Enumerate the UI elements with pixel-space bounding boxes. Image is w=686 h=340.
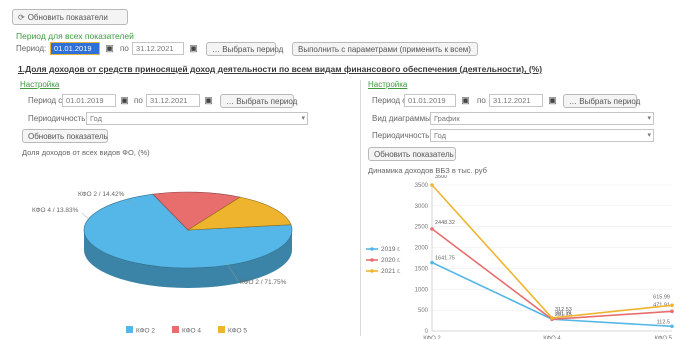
left-date-to-input[interactable]: 31.12.2021 [146, 94, 200, 107]
left-periodicity-select[interactable]: Год ▾ [86, 112, 308, 125]
legend-label: КФО 5 [228, 328, 247, 335]
calendar-icon[interactable]: ▣ [104, 42, 115, 55]
line-chart-caption: Динамика доходов ВБЗ в тыс. руб [368, 166, 487, 175]
pie-slice-label: КФО 2 / 71.75% [240, 279, 287, 286]
y-tick-label: 500 [418, 308, 429, 314]
dots-icon: … [226, 97, 234, 106]
calendar-icon[interactable]: ▣ [547, 94, 558, 107]
data-point [550, 316, 554, 320]
right-periodicity-label: Периодичность: [372, 131, 432, 140]
left-periodicity-label: Периодичность: [28, 114, 88, 123]
calendar-icon[interactable]: ▣ [203, 94, 214, 107]
y-tick-label: 1500 [415, 266, 429, 272]
series-line-2 [431, 228, 673, 321]
right-periodicity-select[interactable]: Год ▾ [430, 129, 654, 142]
legend-swatch [172, 326, 179, 333]
data-point [670, 309, 674, 314]
legend-marker [370, 247, 374, 251]
data-point [430, 260, 434, 265]
chart-type-select[interactable]: График ▾ [430, 112, 654, 125]
global-date-to-input[interactable]: 31.12.2021 [132, 42, 184, 55]
dots-icon: … [569, 97, 577, 106]
calendar-icon[interactable]: ▣ [460, 94, 471, 107]
data-label: 2448.32 [435, 220, 455, 226]
data-point [430, 227, 434, 231]
right-date-from-input[interactable]: 01.01.2019 [404, 94, 456, 107]
legend-label: 2020 г. [381, 257, 401, 264]
legend-marker [370, 258, 374, 262]
data-point [430, 183, 434, 187]
global-choose-period-button[interactable]: … Выбрать период [206, 42, 283, 56]
legend-label: КФО 4 [182, 328, 201, 335]
panel-divider [360, 80, 361, 336]
y-tick-label: 3500 [415, 183, 429, 189]
y-tick-label: 0 [425, 329, 429, 335]
legend-label: 2019 г. [381, 246, 401, 253]
right-period-from-label: Период с [372, 96, 407, 105]
refresh-icon: ⟳ [18, 13, 25, 22]
legend-label: КФО 2 [136, 328, 155, 335]
right-to-label: по [477, 96, 486, 105]
data-point [670, 324, 674, 329]
x-tick-label: КФО 2 [423, 336, 441, 339]
global-period-label: Период: [16, 44, 47, 53]
data-point [670, 303, 674, 308]
global-to-label: по [120, 44, 129, 53]
left-choose-period-button[interactable]: … Выбрать период [220, 94, 297, 108]
y-tick-label: 1000 [415, 287, 429, 293]
section-title: 1.Доля доходов от средств приносящей дох… [18, 64, 543, 74]
apply-params-button[interactable]: Выполнить с параметрами (применить к все… [292, 42, 478, 56]
left-settings-link[interactable]: Настройка [20, 80, 59, 89]
calendar-icon[interactable]: ▣ [188, 42, 199, 55]
global-date-from-input[interactable]: 01.01.2019 [50, 42, 100, 55]
left-period-from-label: Период с [28, 96, 63, 105]
y-tick-label: 2000 [415, 246, 429, 252]
dots-icon: … [212, 45, 220, 54]
data-label: 615.99 [653, 294, 670, 300]
data-label: 112.5 [657, 319, 670, 325]
line-chart: 0 500 1000 1500 2000 2500 3000 3500 КФО 2 КФО 4 КФ… [366, 175, 674, 339]
x-tick-label: КФО 4 [543, 336, 561, 339]
right-refresh-button[interactable]: Обновить показатель [368, 147, 456, 161]
global-period-title: Период для всех показателей [16, 31, 134, 41]
legend-swatch [218, 326, 225, 333]
legend-label: 2021 г. [381, 268, 401, 275]
pie-chart: КФО 2 / 71.75% КФО 4 / 13.83% КФО 2 / 14.4… [32, 191, 293, 335]
data-label: 312.53 [555, 307, 572, 313]
pie-leader-line [81, 212, 91, 221]
right-choose-period-button[interactable]: … Выбрать период [563, 94, 640, 108]
pie-chart-caption: Доля доходов от всех видов ФО, (%) [22, 148, 150, 157]
legend-marker [370, 269, 374, 273]
chevron-down-icon: ▾ [301, 115, 305, 122]
refresh-all-button[interactable]: ⟳ Обновить показатели [12, 9, 128, 25]
y-tick-label: 3000 [415, 204, 429, 210]
pie-slice-label: КФО 4 / 13.83% [32, 207, 79, 214]
left-date-from-input[interactable]: 01.01.2019 [62, 94, 116, 107]
right-settings-link[interactable]: Настройка [368, 80, 407, 89]
chevron-down-icon: ▾ [647, 132, 651, 139]
calendar-icon[interactable]: ▣ [119, 94, 130, 107]
left-to-label: по [134, 96, 143, 105]
x-tick-label: КФО 5 [654, 336, 672, 339]
series-line-3 [431, 184, 673, 319]
chevron-down-icon: ▾ [647, 115, 651, 122]
data-label: 3500 [435, 175, 447, 180]
legend-swatch [126, 326, 133, 333]
pie-slice-label: КФО 2 / 14.42% [78, 191, 125, 198]
chart-type-label: Вид диаграммы: [372, 114, 434, 123]
right-date-to-input[interactable]: 31.12.2021 [489, 94, 543, 107]
data-label: 1641.75 [435, 256, 455, 262]
left-refresh-button[interactable]: Обновить показатель [22, 129, 108, 143]
y-tick-label: 2500 [415, 225, 429, 231]
